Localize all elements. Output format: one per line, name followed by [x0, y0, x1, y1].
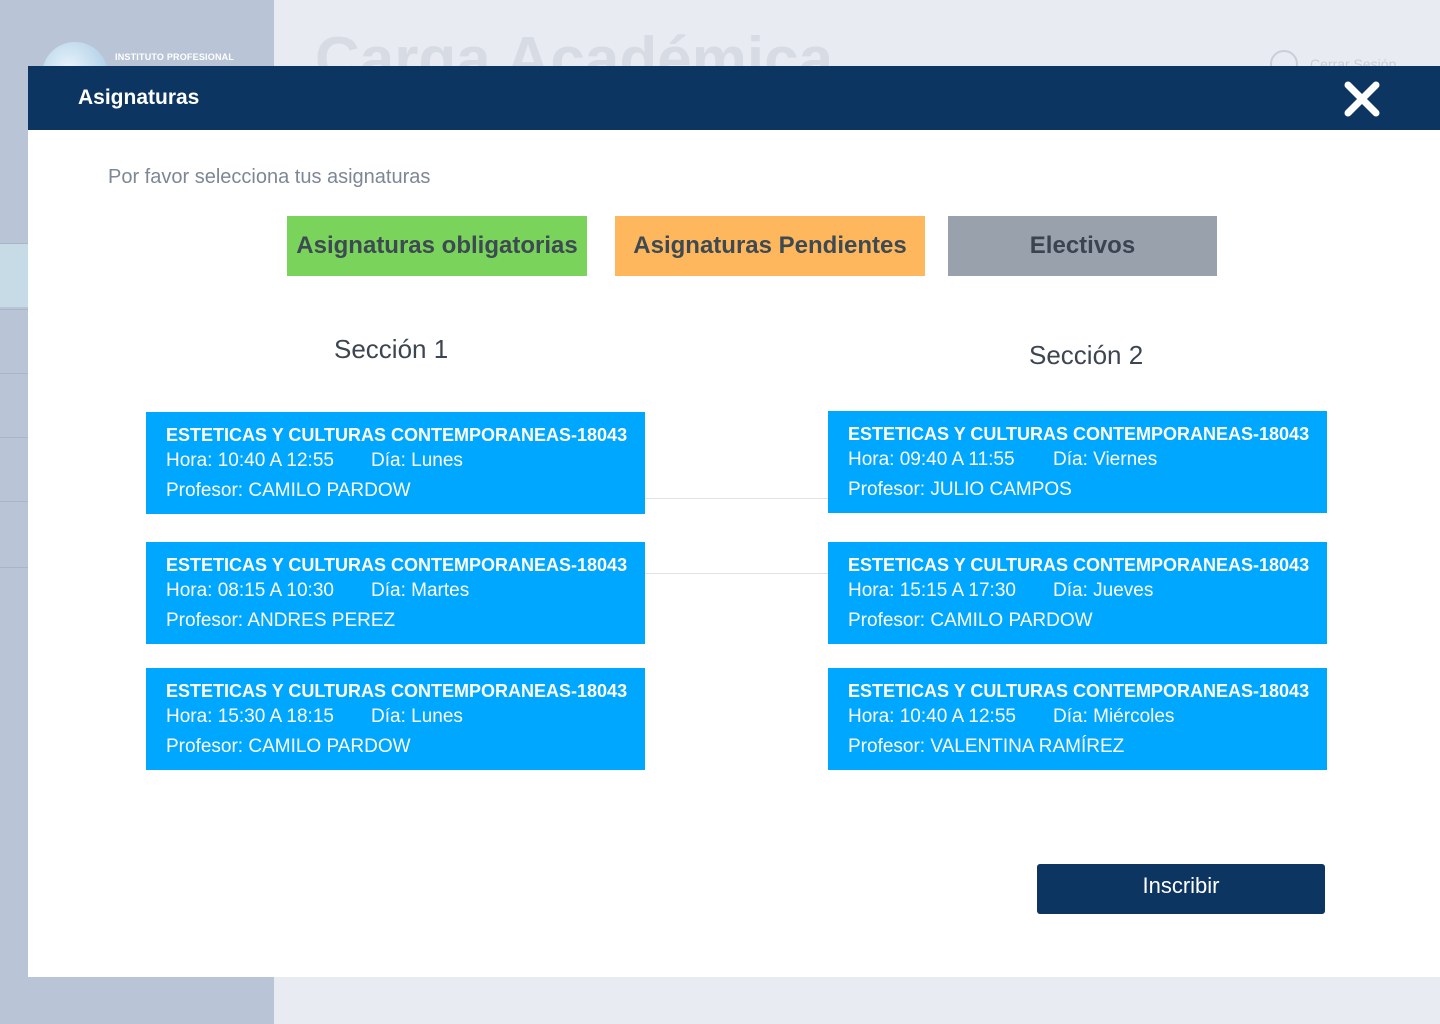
course-card[interactable]: ESTETICAS Y CULTURAS CONTEMPORANEAS-1804…	[146, 668, 645, 770]
course-time: Hora: 15:15 A 17:30	[848, 580, 1016, 601]
course-professor: Profesor: JULIO CAMPOS	[848, 479, 1072, 500]
subjects-modal: Asignaturas Por favor selecciona tus asi…	[28, 66, 1440, 977]
modal-title: Asignaturas	[78, 86, 200, 109]
tab-required-subjects[interactable]: Asignaturas obligatorias	[287, 216, 587, 276]
course-time: Hora: 09:40 A 11:55	[848, 449, 1015, 470]
sidebar-item	[0, 309, 28, 373]
section-2-title: Sección 2	[1029, 340, 1144, 370]
course-card[interactable]: ESTETICAS Y CULTURAS CONTEMPORANEAS-1804…	[828, 542, 1327, 644]
course-day: Día: Viernes	[1053, 449, 1158, 470]
course-code: ESTETICAS Y CULTURAS CONTEMPORANEAS-1804…	[848, 424, 1310, 444]
course-code: ESTETICAS Y CULTURAS CONTEMPORANEAS-1804…	[848, 681, 1310, 701]
course-professor: Profesor: VALENTINA RAMÍREZ	[848, 736, 1125, 757]
sidebar-item	[0, 501, 28, 565]
course-professor: Profesor: ANDRES PEREZ	[166, 610, 396, 631]
course-card[interactable]: ESTETICAS Y CULTURAS CONTEMPORANEAS-1804…	[146, 412, 645, 514]
sidebar-item	[0, 437, 28, 501]
close-button[interactable]	[1343, 80, 1381, 118]
course-professor: Profesor: CAMILO PARDOW	[166, 480, 411, 501]
course-code: ESTETICAS Y CULTURAS CONTEMPORANEAS-1804…	[166, 425, 628, 445]
course-card[interactable]: ESTETICAS Y CULTURAS CONTEMPORANEAS-1804…	[146, 542, 645, 644]
instruction-text: Por favor selecciona tus asignaturas	[108, 166, 431, 188]
course-card[interactable]: ESTETICAS Y CULTURAS CONTEMPORANEAS-1804…	[828, 668, 1327, 770]
course-card[interactable]: ESTETICAS Y CULTURAS CONTEMPORANEAS-1804…	[828, 411, 1327, 513]
course-professor: Profesor: CAMILO PARDOW	[166, 736, 411, 757]
tab-electives[interactable]: Electivos	[948, 216, 1217, 276]
course-day: Día: Jueves	[1053, 580, 1154, 601]
course-code: ESTETICAS Y CULTURAS CONTEMPORANEAS-1804…	[166, 555, 628, 575]
modal-header: Asignaturas	[28, 66, 1440, 130]
tab-pending-subjects[interactable]: Asignaturas Pendientes	[615, 216, 925, 276]
divider-line	[645, 498, 828, 499]
sidebar-item	[0, 243, 28, 307]
sidebar-item	[0, 373, 28, 437]
sidebar-item	[0, 567, 28, 631]
course-day: Día: Lunes	[371, 706, 463, 727]
course-day: Día: Lunes	[371, 450, 463, 471]
course-code: ESTETICAS Y CULTURAS CONTEMPORANEAS-1804…	[848, 555, 1310, 575]
course-code: ESTETICAS Y CULTURAS CONTEMPORANEAS-1804…	[166, 681, 628, 701]
course-time: Hora: 15:30 A 18:15	[166, 706, 334, 727]
divider-line	[645, 573, 828, 574]
enroll-button[interactable]: Inscribir	[1037, 864, 1325, 914]
course-day: Día: Martes	[371, 580, 470, 601]
course-professor: Profesor: CAMILO PARDOW	[848, 610, 1093, 631]
institute-logo-text: INSTITUTO PROFESIONAL	[115, 52, 235, 62]
course-time: Hora: 10:40 A 12:55	[166, 450, 334, 471]
course-day: Día: Miércoles	[1053, 706, 1175, 727]
close-icon	[1344, 81, 1380, 117]
course-time: Hora: 08:15 A 10:30	[166, 580, 334, 601]
section-1-title: Sección 1	[334, 334, 449, 364]
course-time: Hora: 10:40 A 12:55	[848, 706, 1016, 727]
